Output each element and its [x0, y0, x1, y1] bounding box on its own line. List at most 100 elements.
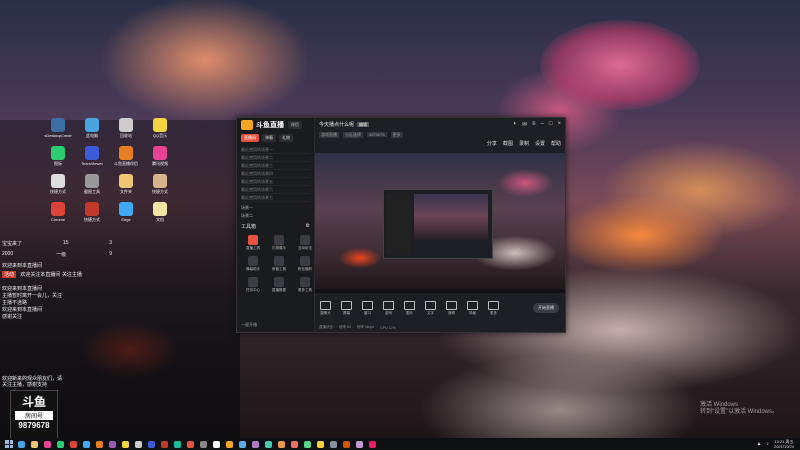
- action-1[interactable]: 截图: [503, 140, 513, 147]
- desktop-icon[interactable]: 腾讯视频: [148, 146, 172, 167]
- action-0[interactable]: 分享: [487, 140, 497, 147]
- clock[interactable]: 13:21 周五 2021/10/24: [774, 439, 794, 449]
- tool-item[interactable]: 直播工具: [242, 235, 264, 251]
- sub-chip[interactable]: 分区选择: [343, 131, 363, 138]
- taskbar-app-icon[interactable]: [200, 440, 207, 448]
- scene-row[interactable]: 场景二: [237, 212, 314, 220]
- taskbar-app-icon[interactable]: [83, 440, 90, 448]
- start-live-button[interactable]: 开始直播: [533, 303, 559, 313]
- desktop-icon[interactable]: 回收站: [114, 118, 138, 139]
- tool-item[interactable]: 弹幕助手: [242, 256, 264, 272]
- tool-item[interactable]: 房管工具: [268, 256, 290, 272]
- taskbar-app-icon[interactable]: [343, 440, 350, 448]
- taskbar-app-icon[interactable]: [265, 440, 272, 448]
- taskbar-app-icon[interactable]: [187, 440, 194, 448]
- tool-item[interactable]: 任务中心: [242, 277, 264, 293]
- desktop-icon[interactable]: 此电脑: [80, 118, 104, 139]
- sub-chip[interactable]: 9879678: [367, 132, 387, 137]
- taskbar-app-icon[interactable]: [369, 440, 376, 448]
- close-icon[interactable]: ×: [557, 121, 561, 128]
- live-title-text[interactable]: 今天播点什么呢: [319, 122, 354, 128]
- skin-icon[interactable]: ◐: [513, 121, 517, 128]
- taskbar-app-icon[interactable]: [109, 440, 116, 448]
- taskbar-app-icon[interactable]: [70, 440, 77, 448]
- source-control[interactable]: 音频: [441, 300, 462, 316]
- recent-item[interactable]: 最近使用的场景二: [241, 154, 310, 162]
- stream-preview[interactable]: [315, 153, 565, 293]
- desktop-icon[interactable]: TeamViewer: [80, 146, 104, 167]
- follow-link[interactable]: 关注主播: [62, 272, 82, 278]
- network-icon[interactable]: ▲: [757, 441, 762, 447]
- settings-gear-icon[interactable]: ⚙: [306, 223, 310, 230]
- version-tag[interactable]: 伴侣: [288, 121, 302, 129]
- taskbar-app-icon[interactable]: [31, 440, 38, 448]
- source-control[interactable]: 游戏: [378, 300, 399, 316]
- source-control[interactable]: 摄像头: [315, 300, 336, 316]
- start-button-icon[interactable]: [5, 440, 13, 448]
- taskbar-app-icon[interactable]: [330, 440, 337, 448]
- tool-item[interactable]: 礼物展示: [268, 235, 290, 251]
- maximize-icon[interactable]: □: [549, 121, 553, 128]
- desktop-icon[interactable]: 截图工具: [80, 174, 104, 195]
- desktop-icon[interactable]: 文档: [148, 202, 172, 223]
- tool-item[interactable]: 粉丝福利: [294, 256, 316, 272]
- desktop-icon[interactable]: Chrome: [46, 202, 70, 223]
- taskbar-app-icon[interactable]: [18, 440, 25, 448]
- tab-0[interactable]: 直播间: [241, 134, 259, 142]
- source-control[interactable]: 更多: [483, 300, 504, 316]
- taskbar-app-icon[interactable]: [252, 440, 259, 448]
- desktop-icon[interactable]: 图标: [46, 146, 70, 167]
- source-control[interactable]: 图片: [399, 300, 420, 316]
- tool-item[interactable]: 互动玩法: [294, 235, 316, 251]
- taskbar-app-icon[interactable]: [96, 440, 103, 448]
- source-control[interactable]: 屏幕: [336, 300, 357, 316]
- taskbar-app-icon[interactable]: [135, 440, 142, 448]
- taskbar-app-icon[interactable]: [44, 440, 51, 448]
- taskbar-app-icon[interactable]: [226, 440, 233, 448]
- recent-item[interactable]: 最近使用的场景三: [241, 162, 310, 170]
- recent-item[interactable]: 最近使用的场景五: [241, 178, 310, 186]
- desktop-icon[interactable]: 快捷方式: [46, 174, 70, 195]
- app-footer-text[interactable]: 一键开播: [241, 322, 257, 328]
- minimize-icon[interactable]: –: [541, 121, 544, 128]
- taskbar-app-icon[interactable]: [291, 440, 298, 448]
- sub-chip[interactable]: 更多: [390, 131, 403, 138]
- desktop-icon[interactable]: Edge: [114, 202, 138, 223]
- mail-icon[interactable]: ✉: [522, 121, 527, 128]
- desktop-icon[interactable]: sDesktopCmde: [44, 118, 72, 139]
- taskbar-app-icon[interactable]: [174, 440, 181, 448]
- menu-icon[interactable]: ≡: [532, 121, 536, 128]
- action-2[interactable]: 录制: [519, 140, 529, 147]
- tab-1[interactable]: 弹幕: [262, 134, 276, 142]
- recent-item[interactable]: 最近使用的场景六: [241, 186, 310, 194]
- edit-title-tag[interactable]: 编辑: [357, 121, 370, 127]
- tool-item[interactable]: 更多工具: [294, 277, 316, 293]
- taskbar-app-icon[interactable]: [317, 440, 324, 448]
- recent-item[interactable]: 最近使用的场景七: [241, 194, 310, 202]
- recent-item[interactable]: 最近使用的场景四: [241, 170, 310, 178]
- desktop-icon[interactable]: 文件夹: [114, 174, 138, 195]
- source-control[interactable]: 窗口: [357, 300, 378, 316]
- taskbar-app-icon[interactable]: [161, 440, 168, 448]
- desktop-icon[interactable]: 快捷方式: [80, 202, 104, 223]
- sub-chip[interactable]: 游戏直播: [319, 131, 339, 138]
- taskbar-app-icon[interactable]: [148, 440, 155, 448]
- taskbar-app-icon[interactable]: [356, 440, 363, 448]
- taskbar-app-icon[interactable]: [304, 440, 311, 448]
- taskbar-app-icon[interactable]: [57, 440, 64, 448]
- scene-row[interactable]: 场景一: [237, 204, 314, 212]
- desktop-icon[interactable]: QQ音乐: [148, 118, 172, 139]
- desktop-icon[interactable]: 快捷方式: [148, 174, 172, 195]
- volume-icon[interactable]: ♪: [766, 441, 769, 447]
- action-3[interactable]: 设置: [535, 140, 545, 147]
- source-control[interactable]: 场景: [462, 300, 483, 316]
- taskbar-app-icon[interactable]: [278, 440, 285, 448]
- source-control[interactable]: 文字: [420, 300, 441, 316]
- action-4[interactable]: 帮助: [551, 140, 561, 147]
- taskbar-app-icon[interactable]: [213, 440, 220, 448]
- desktop-icon[interactable]: 斗鱼直播伴侣: [114, 146, 138, 167]
- taskbar-app-icon[interactable]: [122, 440, 129, 448]
- tool-item[interactable]: 直播数据: [268, 277, 290, 293]
- taskbar-app-icon[interactable]: [239, 440, 246, 448]
- tab-2[interactable]: 礼物: [279, 134, 293, 142]
